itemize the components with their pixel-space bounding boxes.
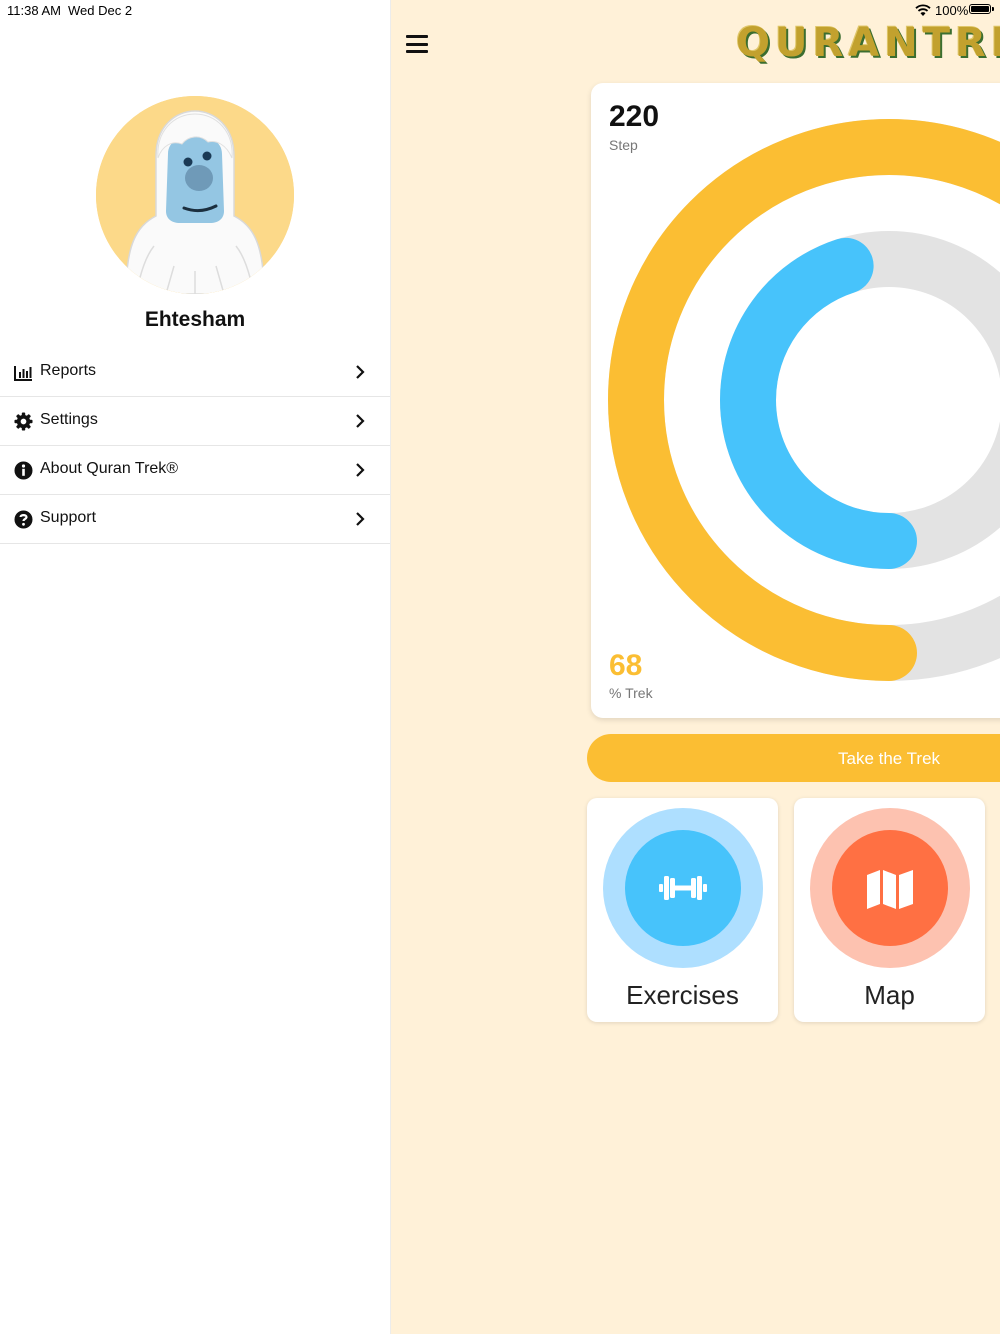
chevron-right-icon xyxy=(356,463,365,477)
status-bar: 11:38 AM Wed Dec 2 100% xyxy=(0,0,1000,22)
trek-percent: 68 xyxy=(609,649,643,682)
user-name: Ehtesham xyxy=(144,308,246,331)
info-icon xyxy=(14,461,33,480)
trek-label: % Trek xyxy=(609,685,653,701)
chevron-right-icon xyxy=(356,512,365,526)
menu-item-label: About Quran Trek® xyxy=(40,460,179,477)
chevron-right-icon xyxy=(356,414,365,428)
menu-item-label: Reports xyxy=(40,362,97,379)
menu-item-label: Support xyxy=(40,509,97,526)
map-tile[interactable]: Map xyxy=(794,798,985,1022)
chevron-right-icon xyxy=(356,365,365,379)
menu-item-reports[interactable]: Reports xyxy=(0,348,390,397)
step-label: Step xyxy=(609,137,638,153)
main-content: QURANTREK 220 Step 68 % Trek Take the Tr… xyxy=(391,0,1000,1334)
status-date: Wed Dec 2 xyxy=(68,3,133,18)
exercises-label: Exercises xyxy=(626,980,739,1010)
side-menu: Ehtesham Reports Settings About Quran Tr… xyxy=(0,0,391,1334)
menu-item-support[interactable]: Support xyxy=(0,495,390,544)
status-time: 11:38 AM xyxy=(7,3,61,18)
menu-item-settings[interactable]: Settings xyxy=(0,397,390,446)
step-count: 220 xyxy=(609,100,660,133)
gear-icon xyxy=(14,412,33,431)
progress-card: 220 Step 68 % Trek xyxy=(591,83,1000,718)
menu-list: Reports Settings About Quran Trek® Suppo… xyxy=(0,348,390,544)
hamburger-menu-icon[interactable] xyxy=(406,35,428,53)
menu-item-about[interactable]: About Quran Trek® xyxy=(0,446,390,495)
battery-percent: 100% xyxy=(935,3,969,18)
map-label: Map xyxy=(864,980,915,1010)
take-the-trek-label: Take the Trek xyxy=(838,749,941,768)
map-icon xyxy=(867,870,913,909)
dumbbell-icon xyxy=(659,876,707,900)
take-the-trek-button[interactable]: Take the Trek xyxy=(587,734,1000,782)
app-logo: QURANTREK xyxy=(736,20,1000,66)
question-icon xyxy=(14,510,33,529)
bar-chart-icon xyxy=(14,366,32,381)
exercises-tile[interactable]: Exercises xyxy=(587,798,778,1022)
progress-rings xyxy=(608,119,1000,681)
trek-progress-ring xyxy=(608,119,1000,681)
wifi-icon xyxy=(915,4,931,16)
menu-item-label: Settings xyxy=(40,411,98,428)
yeti-avatar-icon[interactable] xyxy=(96,96,294,294)
battery-icon xyxy=(969,4,994,14)
